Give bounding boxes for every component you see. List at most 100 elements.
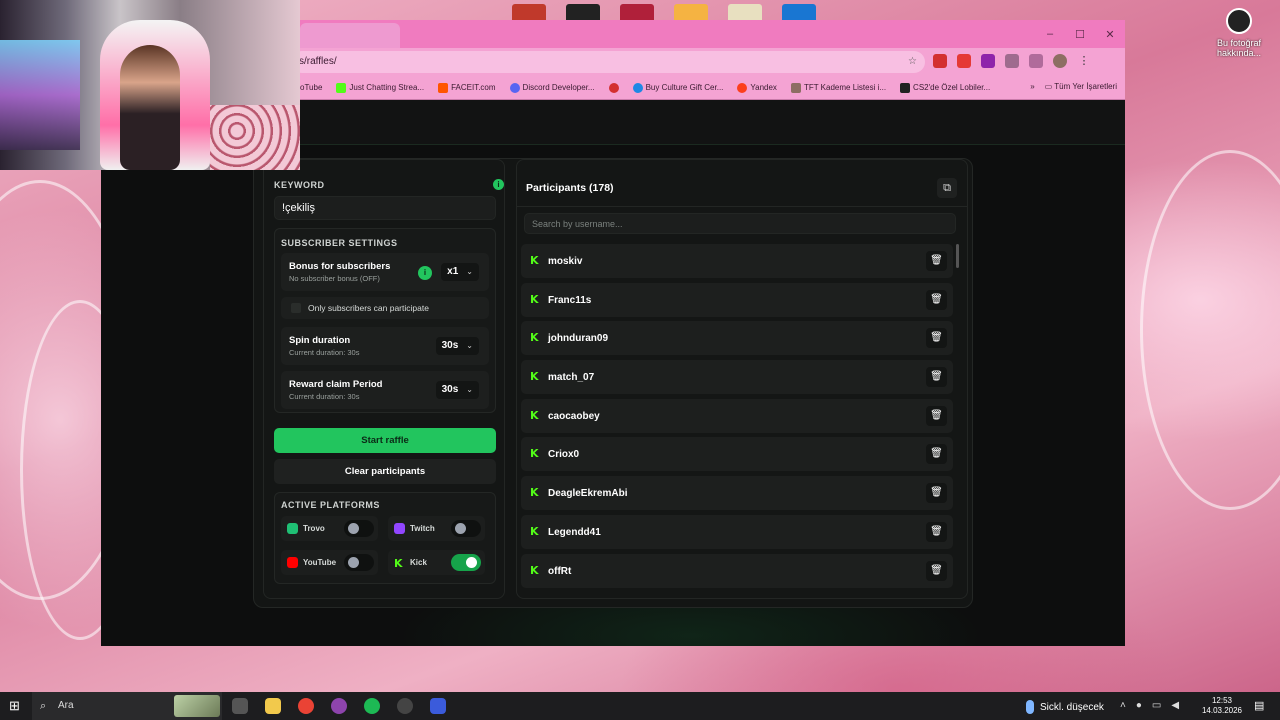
platform-name: YouTube bbox=[303, 558, 337, 567]
participants-title: Participants (178) bbox=[526, 182, 614, 194]
network-icon[interactable]: ▭ bbox=[1152, 700, 1161, 711]
info-icon[interactable]: i bbox=[493, 179, 504, 190]
participant-name: moskiv bbox=[548, 256, 583, 267]
file-explorer-icon[interactable] bbox=[265, 698, 281, 714]
volume-icon[interactable]: ◀ bbox=[1171, 700, 1179, 711]
opera-icon bbox=[608, 82, 619, 93]
menu-icon[interactable]: ⋮ bbox=[1077, 54, 1091, 68]
yandex-icon bbox=[737, 82, 748, 93]
only-subscribers-checkbox[interactable] bbox=[291, 303, 301, 313]
trash-icon[interactable]: 🗑 bbox=[926, 444, 947, 465]
minimize-button[interactable]: – bbox=[1035, 20, 1065, 48]
bonus-select[interactable]: x1 ⌄ bbox=[441, 263, 479, 281]
notification-icon[interactable]: ▤ bbox=[1254, 699, 1264, 712]
participant-row: K Franc11s 🗑 bbox=[521, 282, 953, 317]
puzzle-icon[interactable] bbox=[1005, 54, 1019, 68]
clear-participants-button[interactable]: Clear participants bbox=[274, 459, 496, 484]
trash-icon[interactable]: 🗑 bbox=[926, 560, 947, 581]
trash-icon[interactable]: 🗑 bbox=[926, 251, 947, 271]
platform-twitch: Twitch bbox=[388, 516, 485, 541]
desktop-icon-photo-info[interactable]: Bu fotoğraf hakkında... bbox=[1206, 8, 1272, 58]
chevron-down-icon: ⌄ bbox=[466, 385, 473, 394]
clock[interactable]: 12:53 14.03.2026 bbox=[1200, 696, 1244, 716]
kick-icon: K bbox=[530, 331, 539, 345]
bookmark-item[interactable]: Yandex bbox=[737, 82, 777, 93]
start-raffle-button[interactable]: Start raffle bbox=[274, 428, 496, 453]
extension-icon[interactable] bbox=[981, 54, 995, 68]
obs-icon[interactable] bbox=[397, 698, 413, 714]
kick-icon: K bbox=[530, 524, 539, 538]
close-button[interactable]: ✕ bbox=[1095, 20, 1125, 48]
star-icon[interactable]: ☆ bbox=[908, 51, 917, 73]
cs2-icon bbox=[900, 82, 911, 93]
address-bar[interactable]: s/raffles/ ☆ bbox=[291, 51, 925, 73]
raffle-settings: KEYWORD i SUBSCRIBER SETTINGS Bonus for … bbox=[263, 159, 505, 599]
reward-subtitle: Current duration: 30s bbox=[289, 392, 360, 401]
extension-icon[interactable] bbox=[933, 54, 947, 68]
browser-tab[interactable] bbox=[300, 23, 400, 48]
reward-claim-select[interactable]: 30s ⌄ bbox=[435, 381, 479, 399]
spotify-icon[interactable] bbox=[364, 698, 380, 714]
info-icon[interactable]: i bbox=[418, 266, 432, 280]
participant-search-input[interactable] bbox=[524, 213, 956, 234]
folder-icon: ▭ bbox=[1044, 82, 1055, 91]
chrome-icon[interactable] bbox=[298, 698, 314, 714]
platform-youtube: YouTube bbox=[281, 550, 378, 575]
participant-row: Kmoskiv 🗑 bbox=[521, 244, 953, 278]
trash-icon[interactable]: 🗑 bbox=[926, 405, 947, 426]
bookmark-item[interactable]: Buy Culture Gift Cer... bbox=[632, 82, 723, 93]
kick-icon: K bbox=[530, 408, 539, 422]
windows-start-icon[interactable]: ⊞ bbox=[9, 699, 23, 713]
spin-duration-select[interactable]: 30s ⌄ bbox=[435, 337, 479, 355]
bookmark-item[interactable]: CS2'de Özel Lobiler... bbox=[900, 82, 990, 93]
microphone-icon[interactable]: ● bbox=[1136, 700, 1142, 711]
maximize-button[interactable]: ☐ bbox=[1065, 20, 1095, 48]
twitch-toggle[interactable] bbox=[451, 520, 481, 537]
kick-icon: K bbox=[530, 292, 539, 306]
participant-list: Kmoskiv 🗑 K Franc11s 🗑 Kjohnduran09 🗑 Kmatch… bbox=[521, 244, 953, 592]
weather-widget[interactable]: Sickl. düşecek bbox=[1026, 700, 1104, 714]
trash-icon[interactable]: 🗑 bbox=[926, 328, 947, 349]
platform-trovo: Trovo bbox=[281, 516, 378, 541]
bookmark-item[interactable]: TFT Kademe Listesi i... bbox=[790, 82, 886, 93]
app-icon[interactable] bbox=[430, 698, 446, 714]
participant-row: K Legendd41 🗑 bbox=[521, 514, 953, 549]
platform-name: Kick bbox=[410, 558, 427, 567]
bookmark-item[interactable]: Discord Developer... bbox=[509, 82, 595, 93]
bookmark-item[interactable]: Just Chatting Strea... bbox=[336, 82, 424, 93]
bookmark-item[interactable]: FACEIT.com bbox=[438, 82, 496, 93]
participant-name: caocaobey bbox=[548, 410, 600, 422]
bookmark-item[interactable] bbox=[608, 82, 619, 93]
trovo-toggle[interactable] bbox=[344, 520, 374, 537]
taskbar-search[interactable]: ⌕ Ara bbox=[32, 692, 222, 720]
kick-toggle[interactable] bbox=[451, 554, 481, 571]
weather-text: Sickl. düşecek bbox=[1040, 701, 1104, 713]
bonus-subtitle: No subscriber bonus (OFF) bbox=[289, 274, 380, 283]
copy-icon[interactable]: ⧉ bbox=[937, 178, 957, 198]
kick-icon: K bbox=[394, 557, 403, 570]
sidebar-icon[interactable] bbox=[1029, 54, 1043, 68]
extension-icon[interactable] bbox=[957, 54, 971, 68]
participant-name: Franc11s bbox=[548, 294, 592, 306]
all-bookmarks-folder[interactable]: ▭ Tüm Yer İşaretleri bbox=[1045, 82, 1117, 91]
trash-icon[interactable]: 🗑 bbox=[926, 367, 947, 388]
only-subscribers-label: Only subscribers can participate bbox=[308, 303, 429, 313]
bookmark-item[interactable]: oTube bbox=[300, 83, 322, 92]
chevron-up-icon[interactable]: ˄ bbox=[1120, 700, 1126, 711]
kick-icon: K bbox=[530, 486, 539, 500]
participants-panel: Participants (178) ⧉ Kmoskiv 🗑 K Franc11s 🗑… bbox=[516, 159, 968, 599]
bookmarks-more-button[interactable]: » bbox=[1030, 82, 1034, 91]
trash-icon[interactable]: 🗑 bbox=[926, 483, 947, 504]
trash-icon[interactable]: 🗑 bbox=[926, 289, 947, 310]
scrollbar[interactable] bbox=[956, 244, 959, 268]
only-subscribers-row[interactable]: Only subscribers can participate bbox=[281, 297, 489, 319]
profile-avatar[interactable] bbox=[1053, 54, 1067, 68]
youtube-toggle[interactable] bbox=[344, 554, 374, 571]
discord-icon bbox=[509, 82, 520, 93]
task-view-icon[interactable] bbox=[232, 698, 248, 714]
search-icon: ⌕ bbox=[40, 700, 47, 712]
app-icon[interactable] bbox=[331, 698, 347, 714]
trash-icon[interactable]: 🗑 bbox=[926, 521, 947, 542]
keyword-input[interactable] bbox=[274, 196, 496, 220]
webcam-shelf bbox=[0, 40, 80, 150]
